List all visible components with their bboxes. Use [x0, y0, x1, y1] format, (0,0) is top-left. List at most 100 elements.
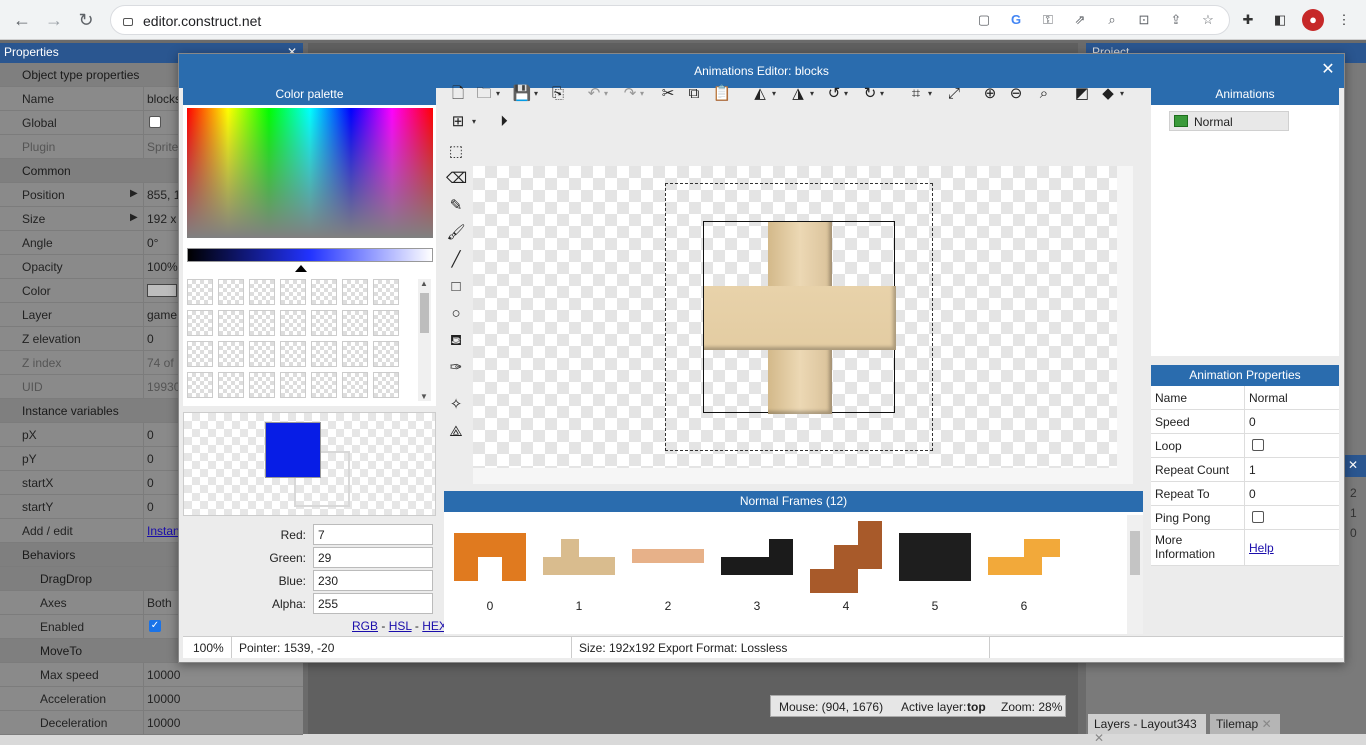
chevron-down-icon[interactable]: ▾: [880, 84, 888, 104]
channel-input[interactable]: [313, 547, 433, 568]
palette-swatch[interactable]: [187, 310, 213, 336]
zoom-out-icon[interactable]: ⊖: [1006, 84, 1026, 104]
enabled-checkbox[interactable]: ✓: [149, 620, 161, 632]
expand-icon[interactable]: ▶: [130, 212, 138, 223]
zoom-in-icon[interactable]: ⊕: [980, 84, 1000, 104]
primary-color-swatch[interactable]: [265, 422, 321, 478]
rgb-link[interactable]: RGB: [352, 619, 378, 633]
cut-icon[interactable]: ✂: [658, 84, 678, 104]
origin-icon[interactable]: ✧: [446, 395, 466, 415]
save-icon[interactable]: 💾: [512, 84, 532, 104]
palette-swatch[interactable]: [373, 279, 399, 305]
forward-icon[interactable]: →: [42, 8, 66, 32]
chevron-down-icon[interactable]: ▾: [496, 84, 504, 104]
zoom-icon[interactable]: ⌕: [1104, 12, 1120, 28]
fill-icon[interactable]: ⛾: [446, 331, 466, 351]
palette-swatch[interactable]: [249, 341, 275, 367]
color-spectrum[interactable]: [187, 108, 433, 238]
undo-icon[interactable]: ↶: [584, 84, 604, 104]
new-file-icon[interactable]: 🗋: [448, 84, 468, 104]
tab-tilemap[interactable]: Tilemap ✕: [1210, 714, 1280, 734]
rectangle-icon[interactable]: □: [446, 277, 466, 297]
palette-swatch[interactable]: [373, 310, 399, 336]
palette-swatch[interactable]: [187, 372, 213, 398]
pencil-icon[interactable]: ✎: [446, 196, 466, 216]
ellipse-icon[interactable]: ○: [446, 304, 466, 324]
palette-swatch[interactable]: [342, 279, 368, 305]
frame-thumbnail[interactable]: 5: [895, 521, 975, 617]
close-icon[interactable]: ✕: [1348, 458, 1358, 472]
google-icon[interactable]: G: [1008, 12, 1024, 28]
resize-icon[interactable]: ⤢: [944, 84, 964, 104]
anim-prop-row[interactable]: Ping Pong: [1151, 506, 1339, 530]
channel-input[interactable]: [313, 524, 433, 545]
palette-swatch[interactable]: [311, 310, 337, 336]
sidepanel-icon[interactable]: ◧: [1272, 12, 1288, 28]
chevron-down-icon[interactable]: ▾: [928, 84, 936, 104]
frame-thumbnail[interactable]: 6: [984, 521, 1064, 617]
play-preview-icon[interactable]: ⏵: [494, 112, 514, 132]
palette-swatch[interactable]: [187, 279, 213, 305]
color-picker-icon[interactable]: ✑: [446, 358, 466, 378]
menu-icon[interactable]: ⋮: [1336, 12, 1352, 28]
anim-prop-row[interactable]: More Information Help: [1151, 530, 1339, 566]
palette-swatch[interactable]: [187, 341, 213, 367]
property-row[interactable]: Max speed 10000: [0, 663, 303, 687]
rotate-right-icon[interactable]: ↻: [860, 84, 880, 104]
reload-icon[interactable]: ↻: [74, 8, 98, 32]
palette-swatch[interactable]: [218, 341, 244, 367]
frame-thumbnail[interactable]: 3: [717, 521, 797, 617]
palette-swatch[interactable]: [342, 341, 368, 367]
key-icon[interactable]: ⚿: [1040, 12, 1056, 28]
palette-swatch[interactable]: [280, 372, 306, 398]
property-row[interactable]: Acceleration 10000: [0, 687, 303, 711]
anim-prop-row[interactable]: Name Normal: [1151, 386, 1339, 410]
flip-horizontal-icon[interactable]: ◭: [750, 84, 770, 104]
palette-swatch[interactable]: [342, 310, 368, 336]
chevron-down-icon[interactable]: ▾: [472, 112, 480, 132]
install-icon[interactable]: ⊡: [1136, 12, 1152, 28]
flip-vertical-icon[interactable]: ◮: [788, 84, 808, 104]
palette-swatch[interactable]: [218, 310, 244, 336]
palette-swatch[interactable]: [218, 372, 244, 398]
frame-thumbnail[interactable]: 1: [539, 521, 619, 617]
expand-icon[interactable]: ▶: [130, 188, 138, 199]
color-mode-icon[interactable]: ◩: [1072, 84, 1092, 104]
palette-swatch[interactable]: [280, 279, 306, 305]
palette-swatch[interactable]: [373, 341, 399, 367]
redo-icon[interactable]: ↷: [620, 84, 640, 104]
help-link[interactable]: Help: [1249, 541, 1274, 555]
image-canvas[interactable]: [473, 166, 1133, 484]
palette-swatch[interactable]: [373, 372, 399, 398]
zoom-reset-icon[interactable]: ⌕: [1034, 84, 1054, 104]
channel-input[interactable]: [313, 570, 433, 591]
anim-prop-row[interactable]: Loop: [1151, 434, 1339, 458]
eraser-icon[interactable]: ⌫: [446, 169, 467, 189]
chevron-down-icon[interactable]: ▾: [1120, 84, 1128, 104]
palette-swatch[interactable]: [218, 279, 244, 305]
tab-layers[interactable]: Layers - Layout343 ✕: [1088, 714, 1206, 745]
address-bar[interactable]: editor.construct.net: [110, 5, 1230, 35]
palette-swatch[interactable]: [249, 279, 275, 305]
frames-scrollbar[interactable]: [1127, 515, 1143, 634]
select-icon[interactable]: ⬚: [446, 142, 466, 162]
share-icon[interactable]: ⇪: [1168, 12, 1184, 28]
palette-swatch[interactable]: [342, 372, 368, 398]
paste-icon[interactable]: 📋: [712, 84, 732, 104]
global-checkbox[interactable]: [149, 116, 161, 128]
frame-thumbnail[interactable]: 4: [806, 521, 886, 617]
palette-swatch[interactable]: [311, 341, 337, 367]
palette-swatch[interactable]: [280, 341, 306, 367]
open-folder-icon[interactable]: 🗀: [474, 84, 494, 104]
anim-prop-row[interactable]: Repeat To 0: [1151, 482, 1339, 506]
copy-icon[interactable]: ⧉: [684, 84, 704, 104]
anim-prop-row[interactable]: Speed 0: [1151, 410, 1339, 434]
close-icon[interactable]: ✕: [1320, 62, 1336, 78]
ping-pong-checkbox[interactable]: [1252, 511, 1264, 523]
back-icon[interactable]: ←: [10, 8, 34, 32]
animation-item-normal[interactable]: Normal: [1169, 111, 1289, 131]
chevron-down-icon[interactable]: ▾: [640, 84, 648, 104]
swatch-scrollbar[interactable]: ▲ ▼: [418, 279, 431, 401]
brightness-handle[interactable]: [295, 265, 307, 272]
palette-swatch[interactable]: [249, 372, 275, 398]
